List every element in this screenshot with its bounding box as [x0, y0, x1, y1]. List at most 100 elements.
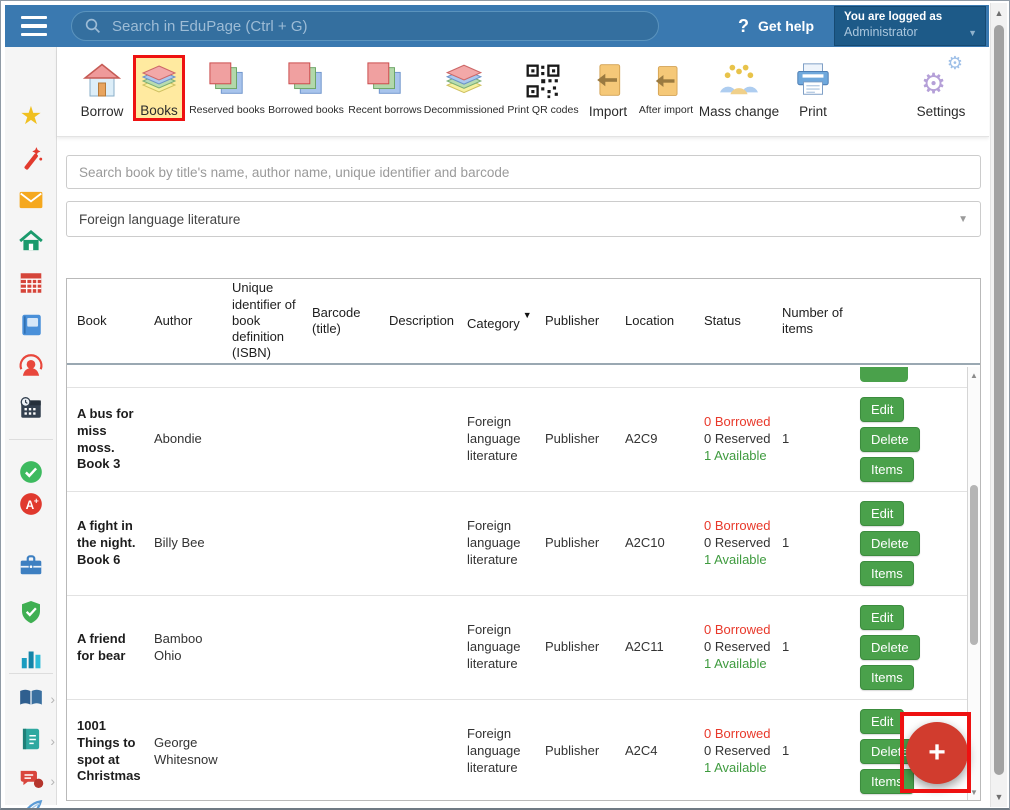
grade-a-plus-icon[interactable]: A+ [17, 490, 45, 518]
book-author: George Whitesnow [154, 735, 232, 769]
status-available: 1 Available [704, 760, 774, 777]
items-button[interactable]: Items [860, 769, 914, 794]
edupage-library-window: ? Get help You are logged as Administrat… [0, 0, 1010, 810]
page-scrollbar[interactable]: ▲ ▼ [990, 3, 1007, 807]
category-select[interactable]: Foreign language literature ▼ [66, 201, 981, 237]
people-group-icon [718, 55, 760, 99]
book-publisher: Publisher [545, 431, 625, 448]
import-arrow-icon [590, 55, 626, 99]
import-arrow-icon [649, 55, 683, 99]
book-category: Foreign language literature [467, 518, 545, 569]
user-menu[interactable]: You are logged as Administrator ▼ [834, 6, 986, 46]
toolbar-item-borrow[interactable]: Borrow [71, 55, 133, 119]
toolbar-item-settings[interactable]: ⚙⚙ Settings [912, 55, 970, 119]
toolbar-item-decommissioned[interactable]: Decommissioned [423, 55, 505, 116]
edit-button[interactable]: Edit [860, 709, 904, 734]
svg-text:+: + [34, 495, 39, 505]
column-header-isbn[interactable]: Unique identifier of book definition (IS… [232, 280, 312, 361]
delete-button[interactable]: Delete [860, 635, 920, 660]
stacked-squares-icon [366, 55, 404, 99]
table-scrollbar[interactable]: ▲ ▼ [967, 367, 980, 800]
items-button[interactable]: Items [860, 665, 914, 690]
delete-button[interactable]: Delete [860, 427, 920, 452]
add-book-button[interactable]: + [906, 722, 968, 784]
column-header-location[interactable]: Location [625, 313, 704, 329]
scroll-up-arrow-icon[interactable]: ▲ [968, 371, 980, 380]
column-header-book[interactable]: Book [77, 313, 154, 329]
edit-button[interactable]: Edit [860, 501, 904, 526]
book-category: Foreign language literature [467, 726, 545, 777]
hamburger-menu-icon[interactable] [17, 11, 57, 41]
scroll-down-arrow-icon[interactable]: ▼ [991, 792, 1007, 802]
row-actions: Edit Delete Items [857, 397, 969, 482]
briefcase-icon[interactable] [17, 551, 45, 579]
status-borrowed: 0 Borrowed [704, 726, 774, 743]
toolbar-item-mass-change[interactable]: Mass change [699, 55, 779, 119]
book-author: Abondie [154, 431, 232, 448]
items-button[interactable]: Items [860, 561, 914, 586]
clipped-items-button [860, 367, 908, 382]
book-item-count: 1 [782, 743, 857, 760]
book-status: 0 Borrowed 0 Reserved 1 Available [704, 622, 782, 673]
toolbar-item-reserved-books[interactable]: Reserved books [187, 55, 267, 116]
toolbar-item-import[interactable]: Import [583, 55, 633, 119]
edit-button[interactable]: Edit [860, 397, 904, 422]
table-scrollbar-thumb[interactable] [970, 485, 978, 645]
book-author: Bamboo Ohio [154, 631, 232, 665]
timetable-grid-icon[interactable] [17, 269, 45, 297]
toolbar-item-borrowed-books[interactable]: Borrowed books [265, 55, 347, 116]
book-title: A bus for miss moss. Book 3 [77, 406, 154, 474]
column-header-description[interactable]: Description [389, 313, 467, 329]
column-header-category[interactable]: Category▼ [467, 310, 545, 332]
toolbar-item-print-qr-codes[interactable]: Print QR codes [503, 55, 583, 116]
qr-code-icon [525, 55, 561, 99]
column-header-publisher[interactable]: Publisher [545, 313, 625, 329]
book-title: A fight in the night. Book 6 [77, 518, 154, 569]
book-category: Foreign language literature [467, 622, 545, 673]
status-borrowed: 0 Borrowed [704, 622, 774, 639]
submenu-chevron-icon: › [50, 773, 55, 789]
book-location: A2C9 [625, 431, 704, 448]
envelope-icon[interactable] [17, 186, 45, 214]
page-scrollbar-thumb[interactable] [994, 25, 1004, 775]
column-header-barcode[interactable]: Barcode (title) [312, 305, 389, 338]
scroll-down-arrow-icon[interactable]: ▼ [968, 788, 980, 797]
toolbar-item-books-active[interactable]: Books [133, 55, 185, 121]
library-book-icon[interactable]: › [17, 683, 45, 711]
edit-button[interactable]: Edit [860, 605, 904, 630]
printer-icon [794, 55, 832, 99]
column-header-number-of-items[interactable]: Number of items [782, 305, 857, 338]
chat-bubbles-icon[interactable]: › [17, 765, 45, 793]
scroll-up-arrow-icon[interactable]: ▲ [991, 8, 1007, 18]
status-available: 1 Available [704, 448, 774, 465]
table-body: A bus for miss moss. Book 3 Abondie Fore… [67, 367, 969, 800]
shield-check-icon[interactable] [17, 598, 45, 626]
global-search[interactable] [71, 11, 659, 41]
column-header-author[interactable]: Author [154, 313, 232, 329]
column-header-status[interactable]: Status [704, 313, 782, 329]
quill-pen-icon[interactable] [17, 796, 45, 810]
delete-button[interactable]: Delete [860, 531, 920, 556]
items-button[interactable]: Items [860, 457, 914, 482]
left-sidebar: ★ A+ › › [5, 47, 57, 805]
global-search-input[interactable] [102, 18, 658, 35]
table-row: 1001 Things to spot at Christmas George … [67, 699, 969, 800]
star-icon[interactable]: ★ [17, 102, 45, 130]
bar-chart-icon[interactable] [17, 644, 45, 672]
calendar-clock-icon[interactable] [17, 394, 45, 422]
book-status: 0 Borrowed 0 Reserved 1 Available [704, 726, 782, 777]
book-search-input[interactable] [67, 165, 980, 180]
get-help-button[interactable]: ? Get help [738, 16, 814, 37]
notebook-icon[interactable] [17, 311, 45, 339]
toolbar-item-recent-borrows[interactable]: Recent borrows [347, 55, 423, 116]
magic-wand-icon[interactable] [17, 144, 45, 172]
book-item-count: 1 [782, 431, 857, 448]
check-badge-icon[interactable] [17, 458, 45, 486]
home-icon[interactable] [17, 227, 45, 255]
teaching-document-icon[interactable]: › [17, 725, 45, 753]
toolbar-item-print[interactable]: Print [791, 55, 835, 119]
user-ring-icon[interactable] [17, 352, 45, 380]
book-location: A2C10 [625, 535, 704, 552]
toolbar-item-after-import[interactable]: After import [635, 55, 697, 116]
sidebar-divider [9, 673, 53, 674]
